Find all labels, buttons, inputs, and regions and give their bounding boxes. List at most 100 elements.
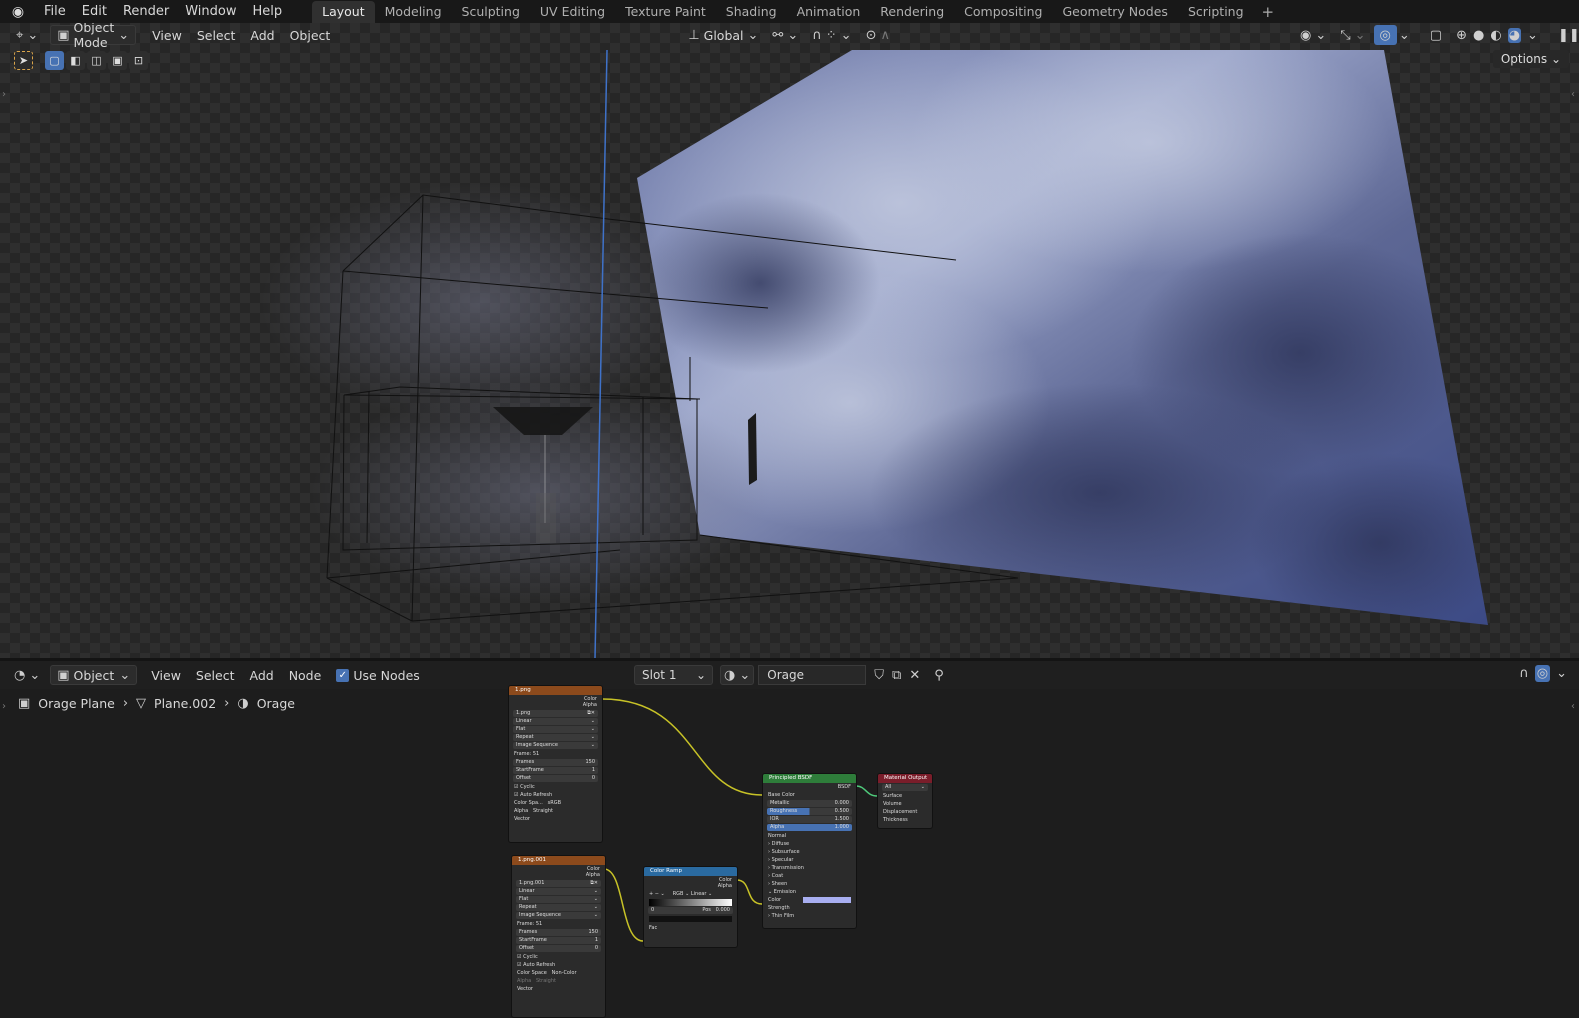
material-output-node[interactable]: Material Output All ⌄ Surface Volume Disp… [877,773,933,829]
rendered-shading-icon[interactable]: ◕ [1507,27,1522,43]
image-texture-node[interactable]: 1.png Color Alpha 1.png ⧉✕ Linear ⌄ Flat ⌄ … [508,685,603,843]
cursor-arrow-icon: ➤ [18,54,29,67]
ramp-gradient[interactable] [649,899,732,906]
tab-uv-editing[interactable]: UV Editing [530,1,615,23]
select-box-extend-icon[interactable]: ◧ [66,51,85,70]
tab-animation[interactable]: Animation [787,1,871,23]
sidebar-expand-icon[interactable]: ‹ [1571,89,1575,100]
alpha-field[interactable]: Alpha 1.000 [767,824,852,831]
panel-diffuse[interactable]: › Diffuse [763,840,856,848]
viewport-menu-view[interactable]: View [146,25,188,45]
editor-type-button[interactable]: ⌖ ⌄ [10,25,44,45]
menu-render[interactable]: Render [115,0,177,23]
color-ramp-node[interactable]: Color Ramp Color Alpha + − ⌄ RGB ⌄ Linea… [643,866,738,948]
blender-logo-icon[interactable]: ◉ [0,4,36,20]
menu-file[interactable]: File [36,0,74,23]
alpha-mode-field[interactable]: Alpha Straight [509,807,602,815]
ramp-stop-fields[interactable]: 0 Pos 0.000 [648,907,733,914]
proportional-edit-toggle[interactable]: ⊙ ∧ [860,25,896,45]
color-space-field[interactable]: Color Spa... sRGB [509,799,602,807]
offset-field[interactable]: Offset 0 [513,775,598,782]
emission-color[interactable]: Color [763,896,856,904]
3d-viewport[interactable]: ⌖ ⌄ ▣ Object Mode ⌄ View Select Add Object … [0,23,1579,658]
source-field[interactable]: Image Sequence ⌄ [516,912,601,919]
alpha-mode-field[interactable]: Alpha Straight [512,977,605,985]
shader-node-editor[interactable]: ◔ ⌄ ▣ Object ⌄ View Select Add Node ✓ Use No… [0,661,1579,1018]
frame-label: Frame: 51 [514,751,540,757]
projection-field[interactable]: Flat ⌄ [516,896,601,903]
wireframe-shading-icon[interactable]: ⊕ [1456,29,1467,42]
source-field[interactable]: Image Sequence ⌄ [513,742,598,749]
toolbar-expand-icon[interactable]: › [2,89,6,100]
start-frame-field[interactable]: StartFrame 1 [516,937,601,944]
tab-geometry-nodes[interactable]: Geometry Nodes [1053,1,1178,23]
tab-texture-paint[interactable]: Texture Paint [615,1,716,23]
start-frame-field[interactable]: StartFrame 1 [513,767,598,774]
image-texture-node-2[interactable]: 1.png.001 Color Alpha 1.png.001 ⧉✕ Linear… [511,855,606,1018]
interpolation-field[interactable]: Linear ⌄ [513,718,598,725]
solid-shading-icon[interactable]: ● [1473,29,1484,42]
pivot-point-dropdown[interactable]: ⚯ ⌄ [766,25,804,45]
mode-dropdown[interactable]: ▣ Object Mode ⌄ [50,23,137,50]
tab-shading[interactable]: Shading [716,1,787,23]
auto-refresh-checkbox[interactable]: ☑ Auto Refresh [509,791,602,799]
select-box-invert-icon[interactable]: ▣ [108,51,127,70]
ior-field[interactable]: IOR 1.500 [767,816,852,823]
viewport-menu-object[interactable]: Object [284,25,337,45]
viewport-menu-add[interactable]: Add [244,25,280,45]
transform-orientation-dropdown[interactable]: ⊥ Global ⌄ [682,25,764,45]
auto-refresh-checkbox[interactable]: ☑ Auto Refresh [512,961,605,969]
image-name: 1.png [516,710,531,716]
menu-edit[interactable]: Edit [74,0,115,23]
viewport-menu-select[interactable]: Select [191,25,242,45]
tab-compositing[interactable]: Compositing [954,1,1052,23]
gizmo-toggle[interactable]: ⤡ ⌄ [1334,25,1371,45]
color-space-field[interactable]: Color Space Non-Color [512,969,605,977]
image-field[interactable]: 1.png ⧉✕ [513,710,598,717]
projection-field[interactable]: Flat ⌄ [513,726,598,733]
select-box-intersect-icon[interactable]: ⊡ [129,51,148,70]
visibility-dropdown[interactable]: ◉ ⌄ [1294,25,1332,45]
extension-field[interactable]: Repeat ⌄ [516,904,601,911]
pivot-icon: ⚯ [772,27,784,43]
material-shading-icon[interactable]: ◐ [1490,29,1501,42]
tab-rendering[interactable]: Rendering [870,1,954,23]
image-field[interactable]: 1.png.001 ⧉✕ [516,880,601,887]
options-dropdown[interactable]: Options ⌄ [1492,50,1569,68]
cyclic-checkbox[interactable]: ☑ Cyclic [512,953,605,961]
panel-subsurface[interactable]: › Subsurface [763,848,856,856]
panel-emission[interactable]: ⌄ Emission [763,888,856,896]
principled-bsdf-node[interactable]: Principled BSDF BSDF Base Color Metallic… [762,773,857,929]
menu-help[interactable]: Help [245,0,291,23]
cyclic-checkbox[interactable]: ☑ Cyclic [509,783,602,791]
pause-render-button[interactable]: ❚❚ [1552,25,1579,45]
tab-scripting[interactable]: Scripting [1178,1,1254,23]
overlays-toggle[interactable]: ◎ [1373,25,1397,45]
select-box-new-icon[interactable]: ▢ [45,51,64,70]
panel-specular[interactable]: › Specular [763,856,856,864]
panel-sheen[interactable]: › Sheen [763,880,856,888]
roughness-field[interactable]: Roughness 0.500 [767,808,852,815]
offset-field[interactable]: Offset 0 [516,945,601,952]
panel-coat[interactable]: › Coat [763,872,856,880]
ramp-color-swatch[interactable] [649,916,732,922]
select-tweak-tool[interactable]: ➤ [14,51,33,70]
frames-field[interactable]: Frames 150 [516,929,601,936]
panel-transmission[interactable]: › Transmission [763,864,856,872]
add-workspace-button[interactable]: + [1254,1,1283,23]
panel-thin-film[interactable]: › Thin Film [763,912,856,920]
tab-modeling[interactable]: Modeling [375,1,452,23]
snap-toggle[interactable]: ∩ ⁘ ⌄ [806,25,857,45]
tab-sculpting[interactable]: Sculpting [452,1,530,23]
ramp-controls[interactable]: + − ⌄ RGB ⌄ Linear ⌄ [644,890,737,898]
menu-window[interactable]: Window [177,0,244,23]
xray-toggle[interactable]: ▢ [1424,25,1448,45]
target-field[interactable]: All ⌄ [882,784,928,791]
viewport-header: ⌖ ⌄ ▣ Object Mode ⌄ View Select Add Object … [0,23,1579,50]
frames-field[interactable]: Frames 150 [513,759,598,766]
interpolation-field[interactable]: Linear ⌄ [516,888,601,895]
tab-layout[interactable]: Layout [312,1,375,23]
select-box-subtract-icon[interactable]: ◫ [87,51,106,70]
metallic-field[interactable]: Metallic 0.000 [767,800,852,807]
extension-field[interactable]: Repeat ⌄ [513,734,598,741]
